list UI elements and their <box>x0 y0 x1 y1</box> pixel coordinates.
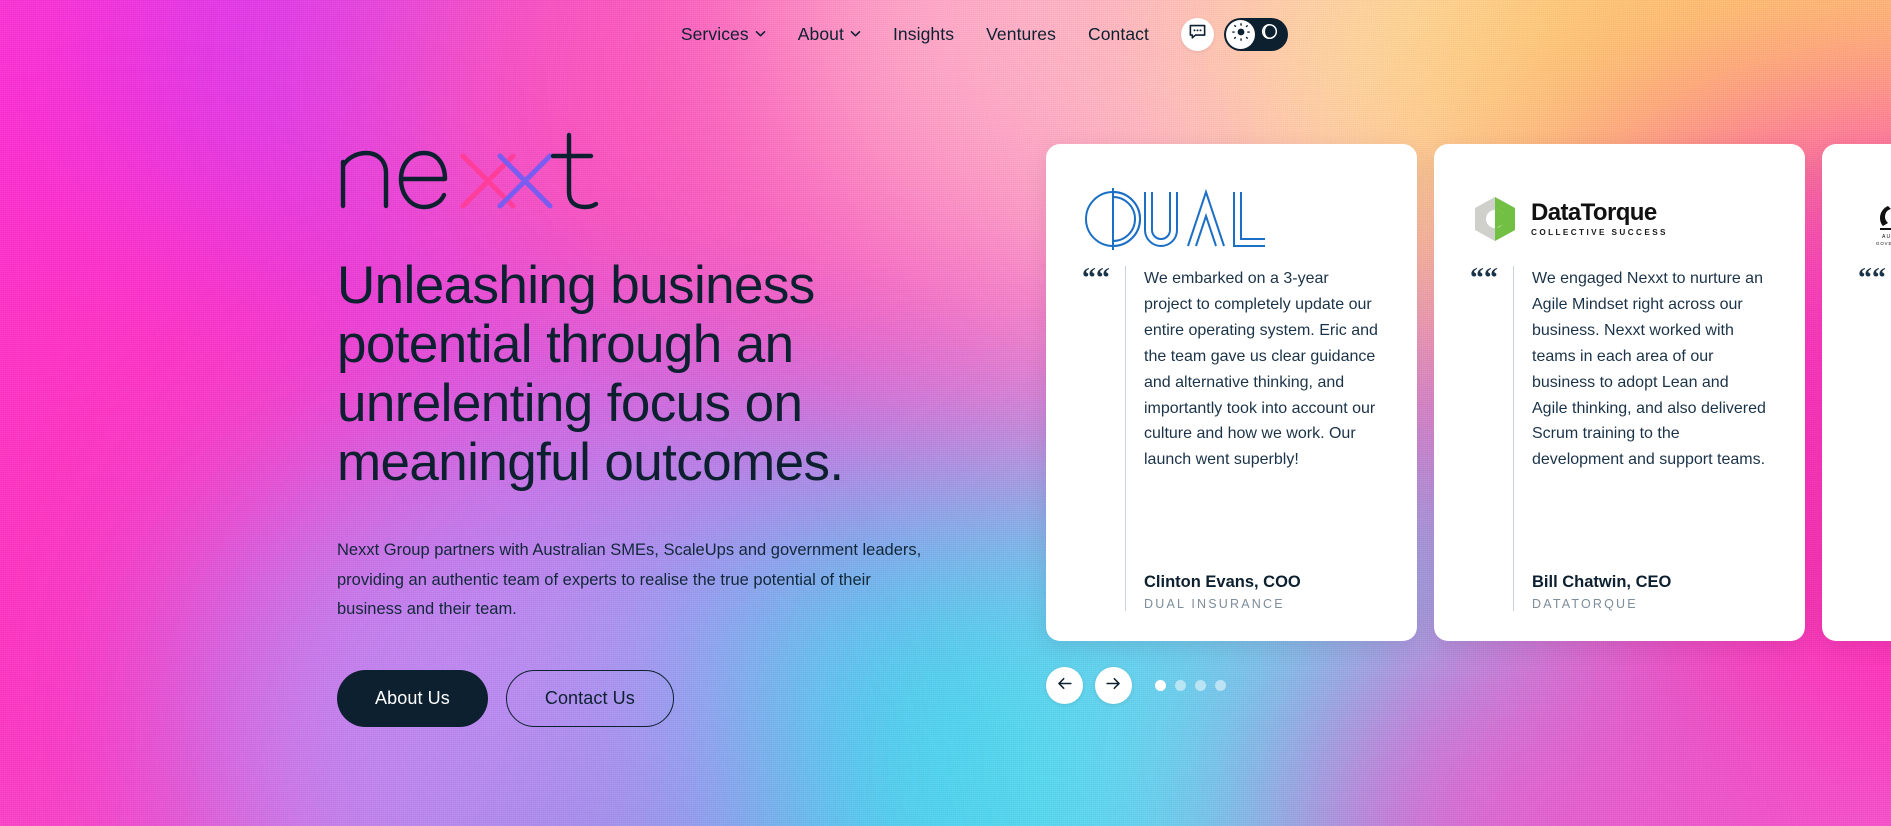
carousel-dot[interactable] <box>1155 680 1166 691</box>
testimonial-author: Bill Chatwin, CEO <box>1532 573 1672 591</box>
quote-body: ““ We embarked on a 3-year project to co… <box>1082 263 1379 611</box>
australian-government-logo: AUSTRALIAN GOVERNMENT <box>1858 178 1891 260</box>
testimonial-quote: We engaged Nexxt to nurture an Agile Min… <box>1532 270 1766 469</box>
quote-mark-icon: ““ <box>1082 263 1110 294</box>
nav-item-contact[interactable]: Contact <box>1072 24 1165 45</box>
quote-column: We embarked on a 3-year project to compl… <box>1125 266 1379 611</box>
carousel-prev-button[interactable] <box>1046 667 1083 704</box>
testimonial-card[interactable]: DataTorque COLLECTIVE SUCCESS ““ We enga… <box>1434 144 1805 641</box>
datatorque-logo: DataTorque COLLECTIVE SUCCESS <box>1470 178 1767 260</box>
testimonial-company: DUAL INSURANCE <box>1144 597 1285 611</box>
nexxt-logo: nexxt <box>337 132 977 210</box>
carousel-dot[interactable] <box>1175 680 1186 691</box>
testimonial-author: Clinton Evans, COO <box>1144 573 1301 591</box>
page-title: Unleashing business potential through an… <box>337 256 844 493</box>
main-navigation: Services About Insights Ventures Contact <box>0 0 1891 68</box>
svg-text:GOVERNMENT: GOVERNMENT <box>1876 241 1891 246</box>
svg-text:AUSTRALIAN: AUSTRALIAN <box>1882 234 1891 240</box>
chat-bubble-button[interactable] <box>1181 17 1214 51</box>
nav-item-label: About <box>797 23 844 44</box>
chevron-down-icon <box>850 28 861 39</box>
carousel-pagination-dots <box>1155 680 1226 691</box>
testimonial-card-list: DUAL ““ We embarked on a 3-year project … <box>1046 144 1891 641</box>
nav-item-insights[interactable]: Insights <box>877 24 970 45</box>
nav-item-about[interactable]: About <box>782 24 877 45</box>
dual-logo: DUAL <box>1082 178 1379 260</box>
carousel-dot[interactable] <box>1195 680 1206 691</box>
carousel-controls <box>1046 667 1891 704</box>
datatorque-wordmark: DataTorque <box>1531 198 1657 226</box>
hero-cta-group: About Us Contact Us <box>337 670 977 728</box>
hero-description: Nexxt Group partners with Australian SME… <box>337 541 922 619</box>
nav-icon-group <box>1181 17 1288 51</box>
testimonial-attribution: Clinton Evans, COO DUAL INSURANCE <box>1144 573 1379 611</box>
about-us-button[interactable]: About Us <box>337 670 488 728</box>
datatorque-tagline: COLLECTIVE SUCCESS <box>1531 227 1668 237</box>
next-arrow-icon <box>1104 674 1123 698</box>
contact-us-button[interactable]: Contact Us <box>505 670 674 728</box>
testimonial-carousel: DUAL ““ We embarked on a 3-year project … <box>1046 144 1891 704</box>
nav-item-label: Insights <box>892 23 955 44</box>
dark-mode-option[interactable] <box>1255 20 1284 49</box>
prev-arrow-icon <box>1055 674 1074 698</box>
quote-mark-icon: ““ <box>1470 263 1498 294</box>
moon-contrast-icon <box>1260 22 1279 46</box>
testimonial-quote: We embarked on a 3-year project to compl… <box>1144 270 1378 469</box>
testimonial-card[interactable]: AUSTRALIAN GOVERNMENT ““ <box>1822 144 1891 641</box>
quote-body: ““ <box>1858 263 1891 611</box>
carousel-next-button[interactable] <box>1095 667 1132 704</box>
chevron-down-icon <box>755 28 766 39</box>
theme-mode-toggle[interactable] <box>1224 17 1288 51</box>
nav-item-label: Ventures <box>986 23 1056 44</box>
chat-bubble-icon <box>1188 22 1207 46</box>
quote-mark-icon: ““ <box>1858 263 1886 294</box>
testimonial-company: DATATORQUE <box>1532 597 1638 611</box>
nav-item-label: Contact <box>1087 23 1149 44</box>
nav-item-services[interactable]: Services <box>665 24 782 45</box>
testimonial-card[interactable]: DUAL ““ We embarked on a 3-year project … <box>1046 144 1417 641</box>
testimonial-attribution: Bill Chatwin, CEO DATATORQUE <box>1532 573 1767 611</box>
quote-body: ““ We engaged Nexxt to nurture an Agile … <box>1470 263 1767 611</box>
carousel-dot[interactable] <box>1215 680 1226 691</box>
sun-icon <box>1231 22 1251 47</box>
nav-item-ventures[interactable]: Ventures <box>970 24 1072 45</box>
light-mode-option[interactable] <box>1226 19 1255 49</box>
quote-column: We engaged Nexxt to nurture an Agile Min… <box>1513 266 1767 611</box>
hero-section: nexxt Unleashing business potential thro… <box>337 132 977 728</box>
nav-item-label: Services <box>680 23 749 44</box>
datatorque-mark-icon <box>1475 197 1515 241</box>
